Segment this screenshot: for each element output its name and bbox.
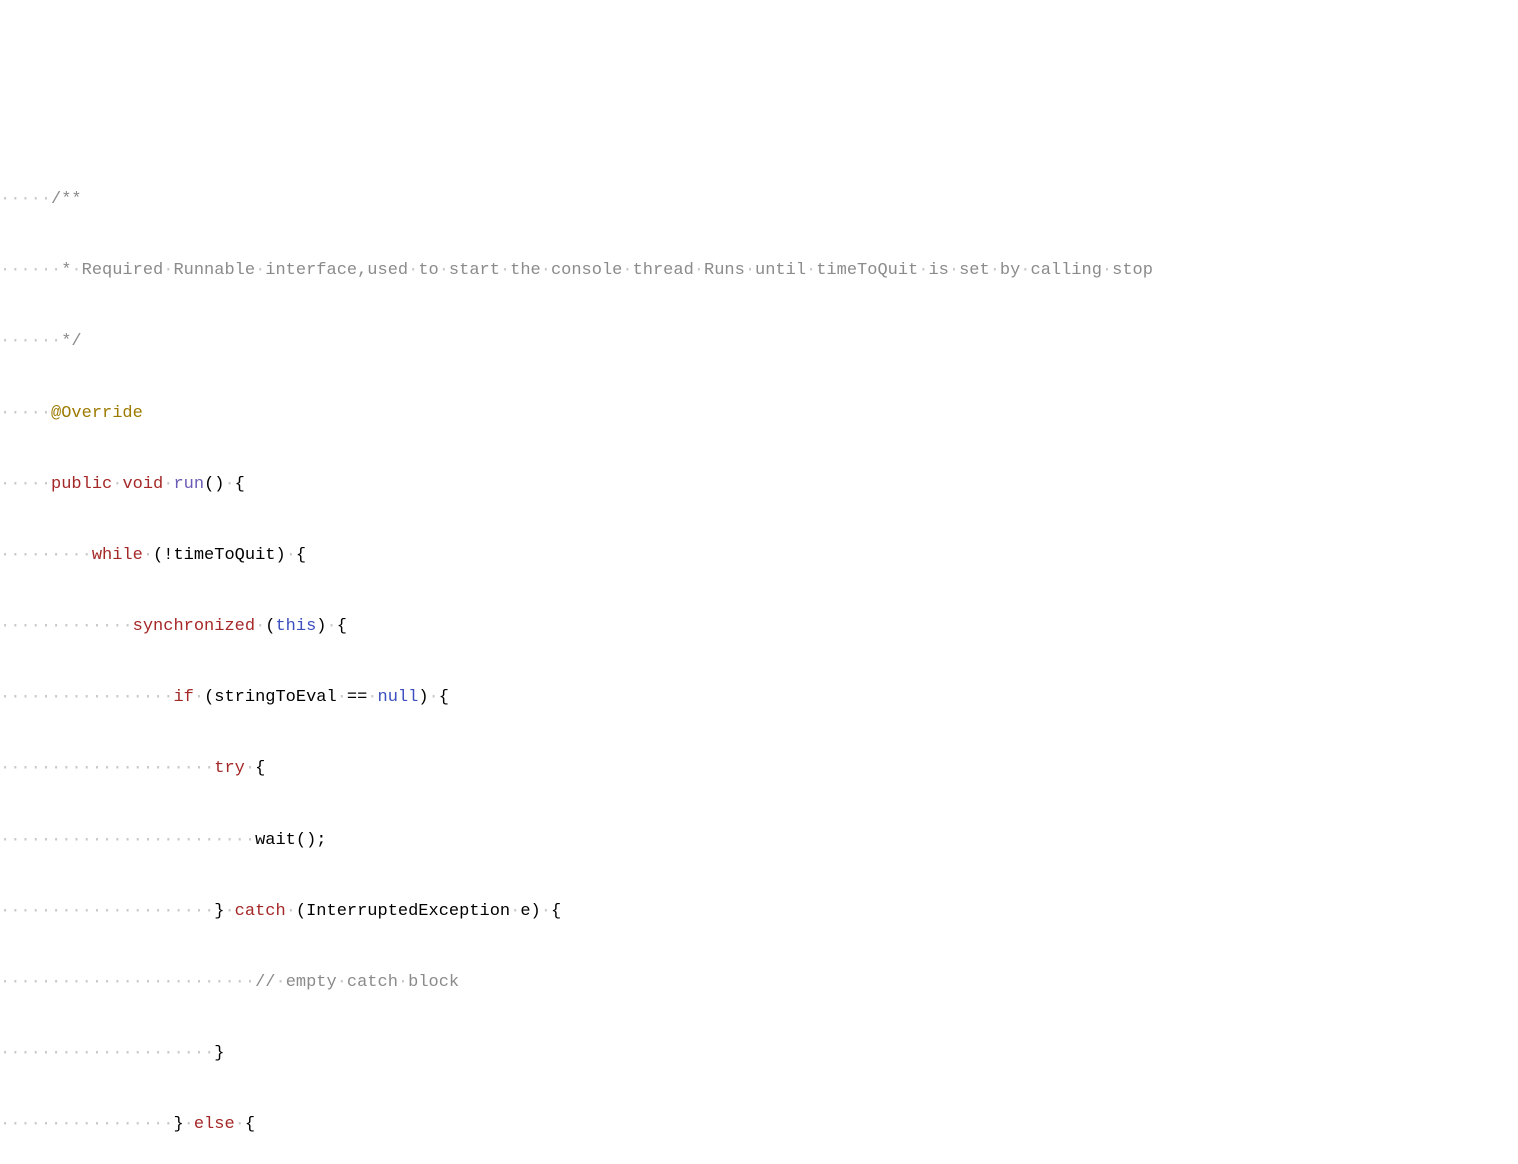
whitespace-dot: ·	[286, 546, 296, 565]
not-operator: !	[163, 546, 173, 565]
keyword-while: while	[92, 546, 143, 565]
brace-close: }	[214, 1044, 224, 1063]
whitespace-dots: ·····	[0, 190, 51, 209]
whitespace-dots: ·····	[0, 404, 51, 423]
paren-close: )	[306, 831, 316, 850]
javadoc-close: */	[61, 332, 81, 351]
brace-close: }	[173, 1115, 183, 1134]
javadoc-star: *	[61, 261, 71, 280]
brace-open: {	[296, 546, 306, 565]
whitespace-dot: ·	[184, 1115, 194, 1134]
operator-eqeq: ==	[347, 688, 367, 707]
type-interruptedexception: InterruptedException	[306, 902, 510, 921]
code-line[interactable]: ·················}·else·{	[0, 1107, 1518, 1143]
code-line[interactable]: ·········while·(!timeToQuit)·{	[0, 538, 1518, 574]
keyword-try: try	[214, 759, 245, 778]
paren-open: (	[153, 546, 163, 565]
whitespace-dots: ·····················	[0, 759, 214, 778]
whitespace-dots: ······	[0, 332, 61, 351]
method-name-run: run	[173, 475, 204, 494]
whitespace-dots: ·····	[0, 475, 51, 494]
javadoc-open: /**	[51, 190, 82, 209]
identifier-stringtoeval: stringToEval	[214, 688, 336, 707]
paren-open: (	[204, 688, 214, 707]
whitespace-dots: ·····················	[0, 1044, 214, 1063]
code-line[interactable]: ······*/	[0, 324, 1518, 360]
code-line[interactable]: ·················if·(stringToEval·==·nul…	[0, 680, 1518, 716]
paren-close: )	[275, 546, 285, 565]
keyword-catch: catch	[235, 902, 286, 921]
keyword-if: if	[173, 688, 193, 707]
paren-open: (	[296, 902, 306, 921]
whitespace-dot: ·	[224, 475, 234, 494]
whitespace-dot: ·	[245, 759, 255, 778]
paren-close: )	[316, 617, 326, 636]
identifier-timetoquit: timeToQuit	[173, 546, 275, 565]
brace-close: }	[214, 902, 224, 921]
whitespace-dot: ·	[194, 688, 204, 707]
whitespace-dot: ·	[367, 688, 377, 707]
keyword-this: this	[275, 617, 316, 636]
paren-open: (	[265, 617, 275, 636]
whitespace-dot: ·	[71, 261, 81, 280]
whitespace-dots: ·················	[0, 1115, 173, 1134]
whitespace-dot: ·	[224, 902, 234, 921]
whitespace-dot: ·	[429, 688, 439, 707]
paren-open: (	[204, 475, 214, 494]
code-line[interactable]: ·························wait();	[0, 823, 1518, 859]
whitespace-dot: ·	[235, 1115, 245, 1134]
whitespace-dots: ·············	[0, 617, 133, 636]
semicolon: ;	[316, 831, 326, 850]
code-line[interactable]: ·············synchronized·(this)·{	[0, 609, 1518, 645]
paren-open: (	[296, 831, 306, 850]
brace-open: {	[551, 902, 561, 921]
whitespace-dot: ·	[326, 617, 336, 636]
comment-empty-catch: //·empty·catch·block	[255, 973, 459, 992]
whitespace-dots: ·····················	[0, 902, 214, 921]
code-editor[interactable]: ·····/** ······*·Required·Runnable·inter…	[0, 142, 1518, 1164]
brace-open: {	[439, 688, 449, 707]
keyword-synchronized: synchronized	[133, 617, 255, 636]
paren-close: )	[418, 688, 428, 707]
paren-close: )	[531, 902, 541, 921]
keyword-null: null	[378, 688, 419, 707]
whitespace-dot: ·	[510, 902, 520, 921]
whitespace-dot: ·	[286, 902, 296, 921]
code-line[interactable]: ·························//·empty·catch·…	[0, 965, 1518, 1001]
whitespace-dot: ·	[163, 475, 173, 494]
code-line[interactable]: ······*·Required·Runnable·interface,used…	[0, 253, 1518, 289]
code-line[interactable]: ·····················try·{	[0, 751, 1518, 787]
code-line[interactable]: ·····/**	[0, 182, 1518, 218]
whitespace-dot: ·	[337, 688, 347, 707]
brace-open: {	[235, 475, 245, 494]
method-call-wait: wait	[255, 831, 296, 850]
paren-close: )	[214, 475, 224, 494]
keyword-void: void	[122, 475, 163, 494]
javadoc-text: Required·Runnable·interface,used·to·star…	[82, 261, 1153, 280]
whitespace-dot: ·	[541, 902, 551, 921]
whitespace-dots: ·········	[0, 546, 92, 565]
brace-open: {	[255, 759, 265, 778]
whitespace-dot: ·	[112, 475, 122, 494]
whitespace-dots: ······	[0, 261, 61, 280]
whitespace-dots: ·························	[0, 973, 255, 992]
whitespace-dots: ·················	[0, 688, 173, 707]
code-line[interactable]: ·····················}·catch·(Interrupte…	[0, 894, 1518, 930]
brace-open: {	[245, 1115, 255, 1134]
annotation-override: @Override	[51, 404, 143, 423]
code-line[interactable]: ·····@Override	[0, 396, 1518, 432]
brace-open: {	[337, 617, 347, 636]
code-line[interactable]: ·····public·void·run()·{	[0, 467, 1518, 503]
keyword-public: public	[51, 475, 112, 494]
identifier-e: e	[520, 902, 530, 921]
whitespace-dot: ·	[255, 617, 265, 636]
whitespace-dot: ·	[143, 546, 153, 565]
keyword-else: else	[194, 1115, 235, 1134]
whitespace-dots: ·························	[0, 831, 255, 850]
code-line[interactable]: ·····················}	[0, 1036, 1518, 1072]
